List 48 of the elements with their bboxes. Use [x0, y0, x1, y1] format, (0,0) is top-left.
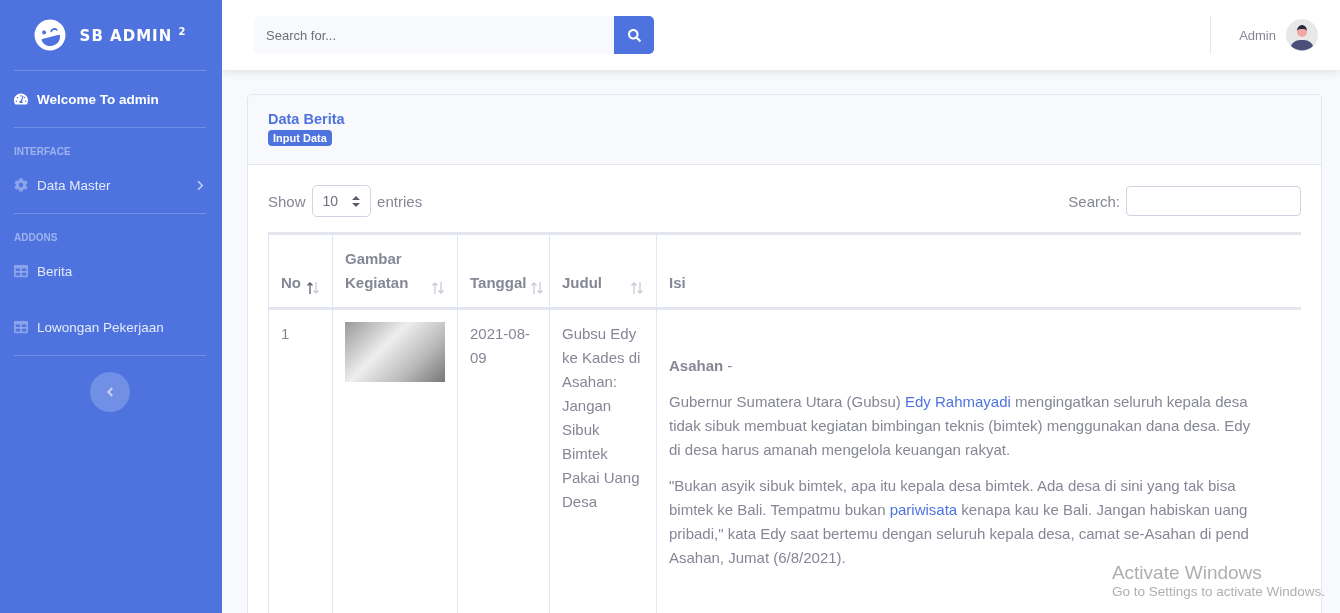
activation-notice-title: Activate Windows [1111, 562, 1263, 584]
search-field[interactable]: Search for... [254, 16, 614, 54]
search-label: Search: [1068, 192, 1120, 210]
input-data-badge[interactable]: Input Data [268, 130, 332, 146]
sidebar-heading: ADDONS [14, 231, 59, 243]
article-text: Asahan - [669, 356, 734, 376]
sidebar-toggle-button[interactable] [90, 372, 130, 412]
chevron-right-icon [195, 179, 206, 191]
select-arrows-icon [352, 195, 361, 207]
table-icon [14, 264, 28, 278]
sidebar-item[interactable]: Lowongan Pekerjaan [14, 299, 206, 355]
card-title: Data Berita [268, 111, 345, 127]
column-header[interactable]: Judul [549, 233, 657, 309]
gauge-icon [14, 92, 28, 106]
user-name[interactable]: Admin [1239, 27, 1276, 43]
sort-icon [530, 281, 545, 295]
article-link[interactable]: pariwisata [889, 501, 958, 518]
column-header[interactable]: Isi [656, 233, 1301, 309]
sort-icon [630, 281, 644, 295]
table-search-field[interactable] [1126, 186, 1301, 216]
article-text: Gubernur Sumatera Utara (Gubsu) Edy Rahmayadi mengingatkan seluruh kepala desa [669, 392, 1249, 412]
article-text: bimtek ke Bali. Tempatmu bukan pariwisata kenapa kau ke Bali. Jangan habiskan uang [669, 500, 1249, 520]
sort-icon [431, 281, 445, 295]
article-text: tidak sibuk membuat kegiatan bimbingan teknis (bimtek) menggunakan dana desa. Edy [669, 416, 1252, 436]
article-text: pribadi," kata Edy saat bertemu dengan seluruh kepala desa, camat se-Asahan di pend [669, 524, 1250, 544]
search-button[interactable] [614, 16, 654, 54]
article-link[interactable]: Edy Rahmayadi [904, 393, 1011, 410]
search-icon [627, 28, 641, 42]
sidebar-item[interactable]: Welcome To admin [14, 71, 206, 127]
entries-label: entries [377, 192, 423, 210]
show-label: Show [268, 192, 306, 210]
article-text: Asahan, Jumat (6/8/2021). [669, 548, 847, 568]
column-header[interactable]: No [268, 233, 333, 309]
table-icon [14, 320, 28, 334]
column-header[interactable]: Gambar Kegiatan [332, 233, 458, 309]
avatar-icon[interactable] [1286, 19, 1318, 51]
gear-icon [14, 178, 28, 192]
column-header[interactable]: Tanggal [457, 233, 550, 309]
article-text: di desa harus amanah mengelola keuangan rakyat. [669, 440, 1012, 460]
sort-icon [306, 281, 320, 295]
sidebar-item[interactable]: Berita [14, 243, 206, 299]
article-text: "Bukan asyik sibuk bimtek, apa itu kepala desa bimtek. Ada desa di sini yang tak bisa [669, 476, 1237, 496]
sidebar-item[interactable]: Data Master [14, 157, 206, 213]
brand-title: SB ADMIN $^{2}$ [79, 25, 187, 45]
sidebar-heading: INTERFACE [14, 145, 72, 157]
entries-select[interactable]: 10 [311, 185, 372, 217]
table-cell: 1 [268, 308, 333, 613]
activation-notice-text: Go to Settings to activate Windows. [1111, 584, 1325, 599]
